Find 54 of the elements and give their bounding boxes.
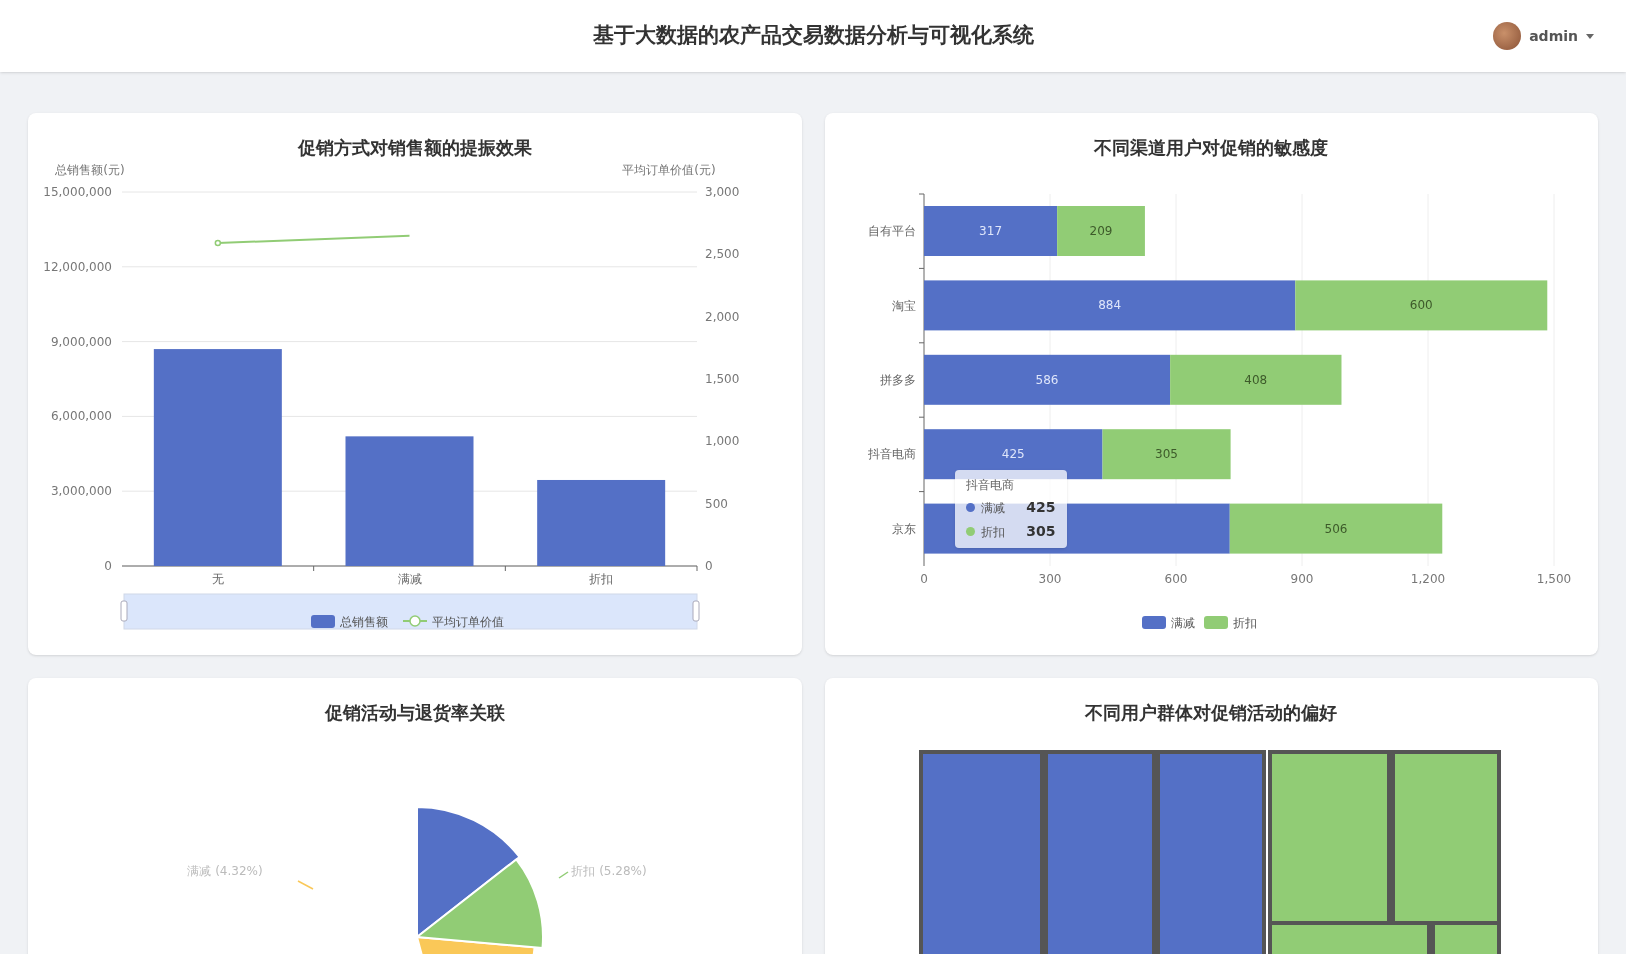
category-label: 无 <box>211 572 224 586</box>
data-label: 884 <box>1097 298 1121 313</box>
tick-label: 300 <box>1038 572 1061 586</box>
tick-label: 600 <box>1164 572 1187 586</box>
axis-title: 总销售额(元) <box>55 163 125 177</box>
data-label: 408 <box>1243 372 1267 387</box>
tick-label: 3,000 <box>705 185 740 199</box>
tick-label: 1,200 <box>1410 572 1445 586</box>
page-title: 基于大数据的农产品交易数据分析与可视化系统 <box>592 22 1034 50</box>
chart-title: 不同渠道用户对促销的敏感度 <box>1094 136 1329 160</box>
category-label: 自有平台 <box>867 224 916 239</box>
data-label: 425 <box>1001 447 1025 462</box>
tick-label: 15,000,000 <box>43 185 112 199</box>
chart-title: 促销活动与退货率关联 <box>324 701 505 725</box>
slice-label: 折扣 (5.28%) <box>571 864 647 878</box>
tick-label: 1,000 <box>705 434 740 449</box>
series-name: 折扣 <box>980 523 1005 541</box>
category-label: 折扣 <box>589 572 614 586</box>
axis-title: 平均订单价值(元) <box>622 163 716 177</box>
legend-label: 平均订单价值 <box>432 615 504 629</box>
tick-label: 12,000,000 <box>43 259 112 274</box>
tick-label: 9,000,000 <box>50 334 112 349</box>
tick-label: 1,500 <box>705 372 740 386</box>
category-label: 拼多多 <box>879 373 916 387</box>
category-label: 京东 <box>891 521 916 536</box>
category-label: 满减 <box>397 572 422 586</box>
chart-title: 促销方式对销售额的提振效果 <box>297 136 532 160</box>
slice-label: 满减 (4.32%) <box>187 864 263 878</box>
tick-label: 2,000 <box>705 309 740 324</box>
tick-label: 3,000,000 <box>50 484 112 499</box>
data-label: 506 <box>1324 521 1347 536</box>
legend-label: 折扣 <box>1232 616 1257 630</box>
legend-label: 满减 <box>1170 616 1195 630</box>
category-label: 抖音电商 <box>867 447 916 462</box>
tick-label: 2,500 <box>705 247 740 262</box>
tick-label: 6,000,000 <box>50 409 112 424</box>
series-value: 425 <box>1026 498 1056 517</box>
category-label: 淘宝 <box>891 298 916 313</box>
legend-label: 总销售额 <box>340 615 388 629</box>
data-label: 600 <box>1409 298 1433 313</box>
tick-label: 1,500 <box>1536 572 1571 586</box>
tick-label: 0 <box>104 559 112 573</box>
series-name: 满减 <box>980 499 1005 517</box>
tick-label: 0 <box>705 559 713 573</box>
tooltip-title: 抖音电商 <box>965 477 1015 494</box>
tick-label: 0 <box>919 572 928 586</box>
data-label: 586 <box>1035 372 1058 387</box>
chart-title: 不同用户群体对促销活动的偏好 <box>1085 701 1338 725</box>
data-label: 209 <box>1089 224 1112 238</box>
series-value: 305 <box>1026 522 1056 541</box>
data-label: 317 <box>978 224 1002 238</box>
data-label: 305 <box>1154 447 1178 462</box>
tick-label: 900 <box>1290 572 1313 586</box>
tick-label: 500 <box>705 496 728 511</box>
